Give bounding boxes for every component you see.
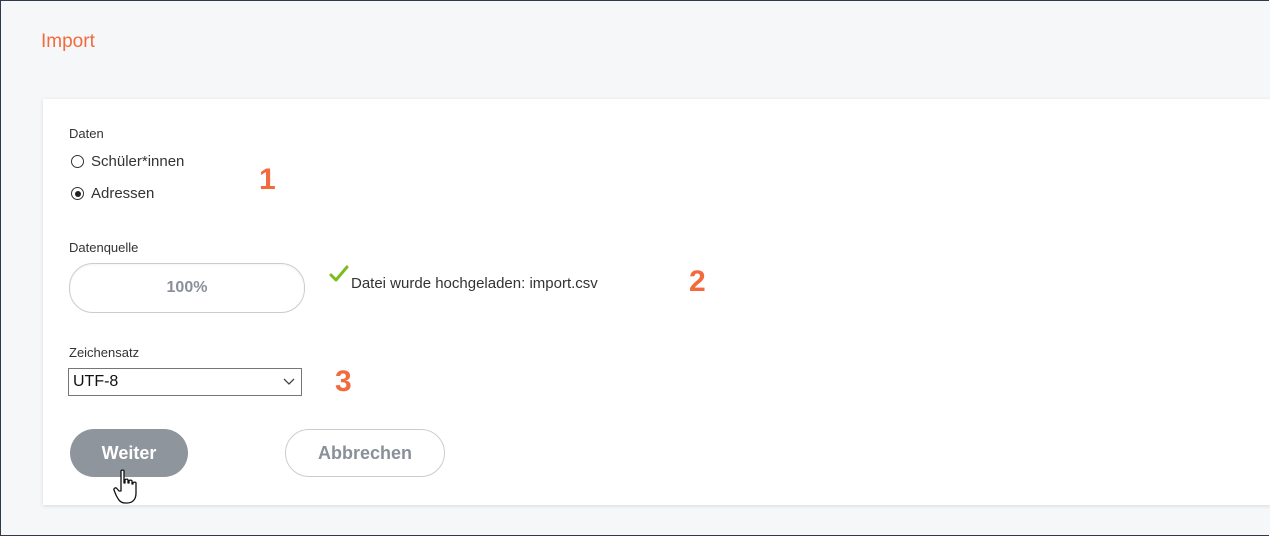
- upload-status-text: Datei wurde hochgeladen: import.csv: [351, 275, 598, 292]
- upload-progress-text: 100%: [166, 279, 208, 296]
- charset-label: Zeichensatz: [69, 345, 140, 360]
- data-source-label: Datenquelle: [69, 240, 139, 255]
- radio-option-students[interactable]: Schüler*innen: [71, 153, 184, 170]
- charset-select[interactable]: UTF-8: [68, 368, 302, 396]
- charset-select-value: UTF-8: [73, 373, 119, 390]
- radio-students-label: Schüler*innen: [91, 153, 185, 170]
- page-title: Import: [41, 31, 95, 52]
- radio-addresses-label: Adressen: [91, 185, 155, 202]
- checkmark-icon: [329, 265, 349, 282]
- radio-students[interactable]: [71, 155, 84, 168]
- import-form-card: Daten Schüler*innen Adressen 1 Datenquel…: [43, 99, 1270, 505]
- annotation-3: 3: [335, 365, 352, 398]
- radio-option-addresses[interactable]: Adressen: [71, 185, 154, 202]
- annotation-2: 2: [689, 265, 706, 298]
- annotation-1: 1: [259, 163, 276, 196]
- upload-status: Datei wurde hochgeladen: import.csv: [329, 265, 598, 292]
- upload-progress-button[interactable]: 100%: [69, 263, 305, 313]
- data-label: Daten: [69, 126, 104, 141]
- window-frame: Import Daten Schüler*innen Adressen 1 Da…: [0, 0, 1270, 536]
- hand-pointer-icon: [113, 469, 137, 504]
- radio-addresses[interactable]: [71, 187, 84, 200]
- chevron-down-icon: [283, 378, 295, 385]
- cancel-button[interactable]: Abbrechen: [285, 429, 445, 477]
